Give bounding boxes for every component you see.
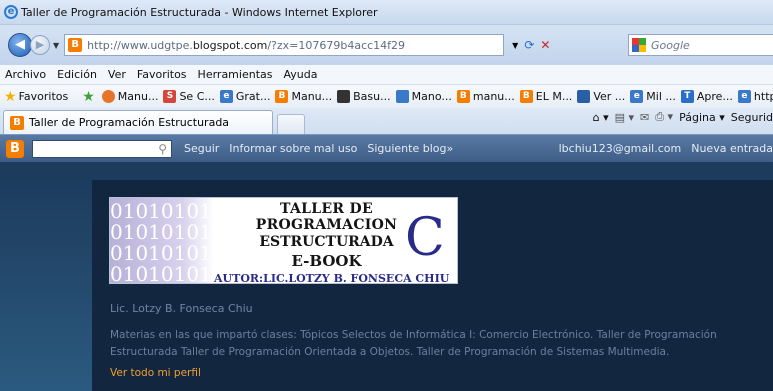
menu-ayuda[interactable]: Ayuda — [283, 68, 317, 81]
favorite-item[interactable]: Mano... — [395, 90, 452, 103]
home-icon[interactable]: ⌂ ▾ — [593, 111, 609, 124]
stop-icon[interactable]: ✕ — [540, 38, 550, 52]
s-icon: S — [163, 90, 177, 103]
menu-bar: Archivo Edición Ver Favoritos Herramient… — [0, 65, 773, 85]
big-c-letter: C — [405, 208, 445, 268]
ie-page-icon: e — [630, 90, 644, 103]
security-menu[interactable]: Segurid — [731, 111, 773, 124]
blogger-navbar: B ⚲ Seguir Informar sobre mal uso Siguie… — [0, 134, 773, 162]
blogger-icon: B — [275, 90, 289, 103]
blog-search-input[interactable]: ⚲ — [32, 139, 172, 158]
favorite-item[interactable]: B EL M... — [519, 90, 572, 103]
favorites-bar: ★ Favoritos ★ Manu... S Se C... e Grat... B… — [0, 85, 773, 108]
tab-label: Taller de Programación Estructurada — [29, 116, 230, 129]
gear-icon — [395, 90, 409, 103]
menu-herramientas[interactable]: Herramientas — [198, 68, 273, 81]
page-menu[interactable]: Página ▾ — [679, 111, 725, 124]
favorite-item[interactable]: Ver ... — [577, 90, 625, 103]
next-blog-link[interactable]: Siguiente blog» — [367, 142, 453, 155]
menu-edicion[interactable]: Edición — [57, 68, 97, 81]
favorite-item[interactable]: e Mil ... — [630, 90, 676, 103]
blogger-logo-icon[interactable]: B — [6, 139, 24, 158]
ie-page-icon: e — [219, 90, 233, 103]
window-titlebar: e Taller de Programación Estructurada - … — [0, 0, 773, 25]
address-tools: ▼ ⟳ ✕ — [512, 38, 550, 52]
search-icon[interactable]: ⚲ — [158, 142, 167, 156]
favorite-item[interactable]: T Apre... — [680, 90, 733, 103]
menu-archivo[interactable]: Archivo — [5, 68, 46, 81]
star-icon: ★ — [4, 88, 17, 105]
author-name: Lic. Lotzy B. Fonseca Chiu — [110, 302, 253, 315]
favorite-item[interactable]: Manu... — [101, 90, 158, 103]
view-profile-link[interactable]: Ver todo mi perfil — [110, 367, 201, 379]
follow-link[interactable]: Seguir — [184, 142, 219, 155]
page-content: 01010101 01010101 01010101 01010101 TALL… — [0, 162, 773, 391]
menu-favoritos[interactable]: Favoritos — [137, 68, 187, 81]
blogger-icon: B — [456, 90, 470, 103]
binary-pattern: 01010101 01010101 01010101 01010101 — [110, 198, 214, 283]
forward-button[interactable]: ▶ — [30, 35, 50, 55]
blogger-icon: B — [519, 90, 533, 103]
bulb-icon — [337, 90, 351, 103]
blog-main: 01010101 01010101 01010101 01010101 TALL… — [92, 180, 773, 391]
report-abuse-link[interactable]: Informar sobre mal uso — [229, 142, 357, 155]
internet-explorer-icon: e — [4, 5, 18, 19]
new-tab-button[interactable] — [277, 114, 305, 134]
chart-icon — [577, 90, 591, 103]
header-banner-image[interactable]: 01010101 01010101 01010101 01010101 TALL… — [109, 197, 458, 284]
favorite-item[interactable]: S Se C... — [163, 90, 215, 103]
address-toolbar: ◀ ▶ ▼ B http://www.udgtpe.blogspot.com/?… — [0, 25, 773, 65]
favorite-item[interactable]: Bmanu... — [456, 90, 515, 103]
t-icon: T — [680, 90, 694, 103]
feeds-icon[interactable]: ▤ ▾ — [615, 111, 634, 124]
firefox-icon — [101, 90, 115, 103]
favorite-item[interactable]: ehttp... — [737, 90, 773, 103]
window-title: Taller de Programación Estructurada - Wi… — [21, 5, 378, 19]
favorite-item[interactable]: Basu... — [337, 90, 391, 103]
tab-active[interactable]: B Taller de Programación Estructurada — [3, 110, 273, 134]
favorite-item[interactable]: B Manu... — [275, 90, 332, 103]
mail-icon[interactable]: ✉ — [640, 111, 649, 124]
search-placeholder: Google — [651, 38, 690, 52]
add-favorite-icon[interactable]: ★ — [82, 89, 95, 105]
google-logo-icon — [632, 38, 646, 52]
address-url[interactable]: http://www.udgtpe.blogspot.com/?zx=10767… — [87, 39, 405, 52]
blogger-favicon-icon: B — [10, 115, 24, 130]
refresh-icon[interactable]: ⟳ — [524, 38, 534, 52]
favorite-item[interactable]: e Grat... — [219, 90, 270, 103]
user-email[interactable]: lbchiu123@gmail.com — [559, 142, 682, 155]
favorites-button[interactable]: ★ Favoritos — [4, 89, 68, 105]
history-dropdown-icon[interactable]: ▼ — [53, 41, 59, 50]
print-icon[interactable]: ⎙ ▾ — [655, 110, 673, 124]
profile-description: Materias en las que impartó clases: Tópi… — [110, 329, 717, 358]
address-bar[interactable]: B http://www.udgtpe.blogspot.com/?zx=107… — [64, 34, 505, 56]
blogger-favicon-icon: B — [68, 38, 83, 52]
address-dropdown-icon[interactable]: ▼ — [512, 41, 518, 50]
back-button[interactable]: ◀ — [8, 33, 32, 57]
search-box[interactable]: Google — [628, 34, 773, 56]
new-post-link[interactable]: Nueva entrada — [691, 142, 773, 155]
command-bar: ⌂ ▾ ▤ ▾ ✉ ⎙ ▾ Página ▾ Segurid — [593, 110, 773, 124]
ie-page-icon: e — [737, 90, 751, 103]
tab-row: B Taller de Programación Estructurada ⌂ … — [0, 108, 773, 134]
menu-ver[interactable]: Ver — [108, 68, 126, 81]
